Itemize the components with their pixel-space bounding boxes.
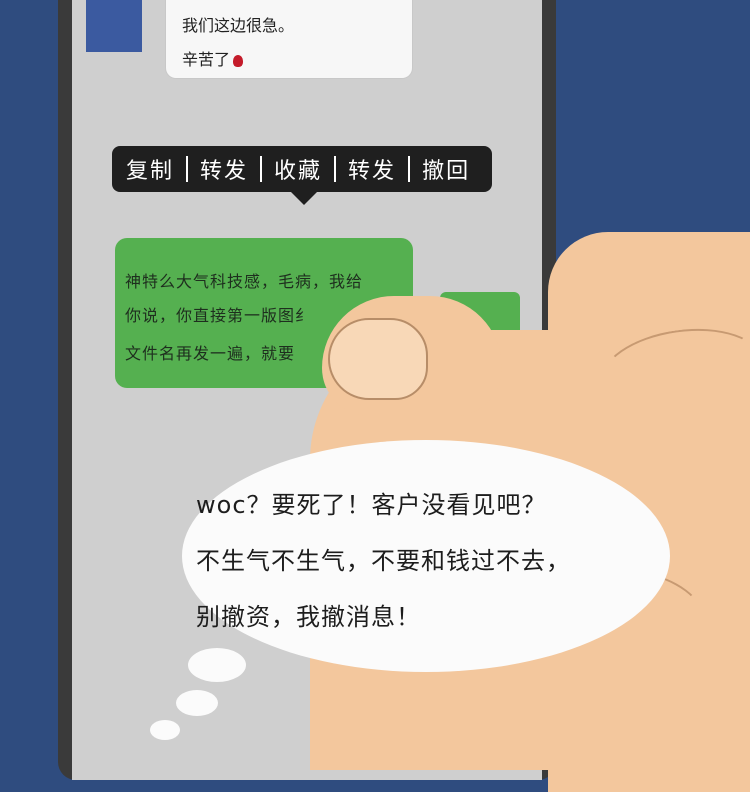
- menu-item-recall[interactable]: 撤回: [422, 153, 470, 185]
- menu-item-favorite[interactable]: 收藏: [274, 153, 322, 185]
- menu-item-copy[interactable]: 复制: [126, 153, 174, 185]
- thought-line-1: woc？要死了！客户没看见吧？: [196, 491, 547, 519]
- menu-item-forward-2[interactable]: 转发: [348, 153, 396, 185]
- contact-avatar[interactable]: [86, 0, 142, 52]
- message-context-menu: 复制 转发 收藏 转发 撤回: [112, 146, 492, 192]
- outgoing-message-line-1: 神特么大气科技感，毛病，我给: [125, 272, 364, 291]
- menu-pointer-arrow: [290, 191, 318, 205]
- thought-line-2: 不生气不生气，不要和钱过不去，: [196, 547, 571, 575]
- thought-puff: [176, 690, 218, 716]
- thumbnail-nail: [328, 318, 428, 400]
- incoming-message-line-1: 我们这边很急。: [182, 16, 295, 35]
- menu-divider: [334, 156, 337, 182]
- thought-line-3: 别撤资，我撤消息！: [196, 603, 421, 631]
- outgoing-message-line-3: 文件名再发一遍，就要: [125, 344, 296, 363]
- incoming-message-text: 辛苦了: [182, 50, 231, 69]
- menu-divider: [408, 156, 411, 182]
- outgoing-message-line-2: 你说，你直接第一版图纟: [125, 306, 313, 325]
- menu-item-forward[interactable]: 转发: [200, 153, 248, 185]
- illustration-scene: 我们这边很急。 辛苦了 复制 转发 收藏 转发 撤回 神特么大气科技感，毛病，我…: [0, 0, 750, 792]
- incoming-message-bubble[interactable]: 我们这边很急。 辛苦了: [166, 0, 412, 78]
- thought-puff: [188, 648, 246, 682]
- incoming-message-line-2: 辛苦了: [182, 46, 244, 70]
- thought-puff: [150, 720, 180, 740]
- menu-divider: [186, 156, 189, 182]
- rose-emoji-icon: [233, 55, 244, 67]
- menu-divider: [260, 156, 263, 182]
